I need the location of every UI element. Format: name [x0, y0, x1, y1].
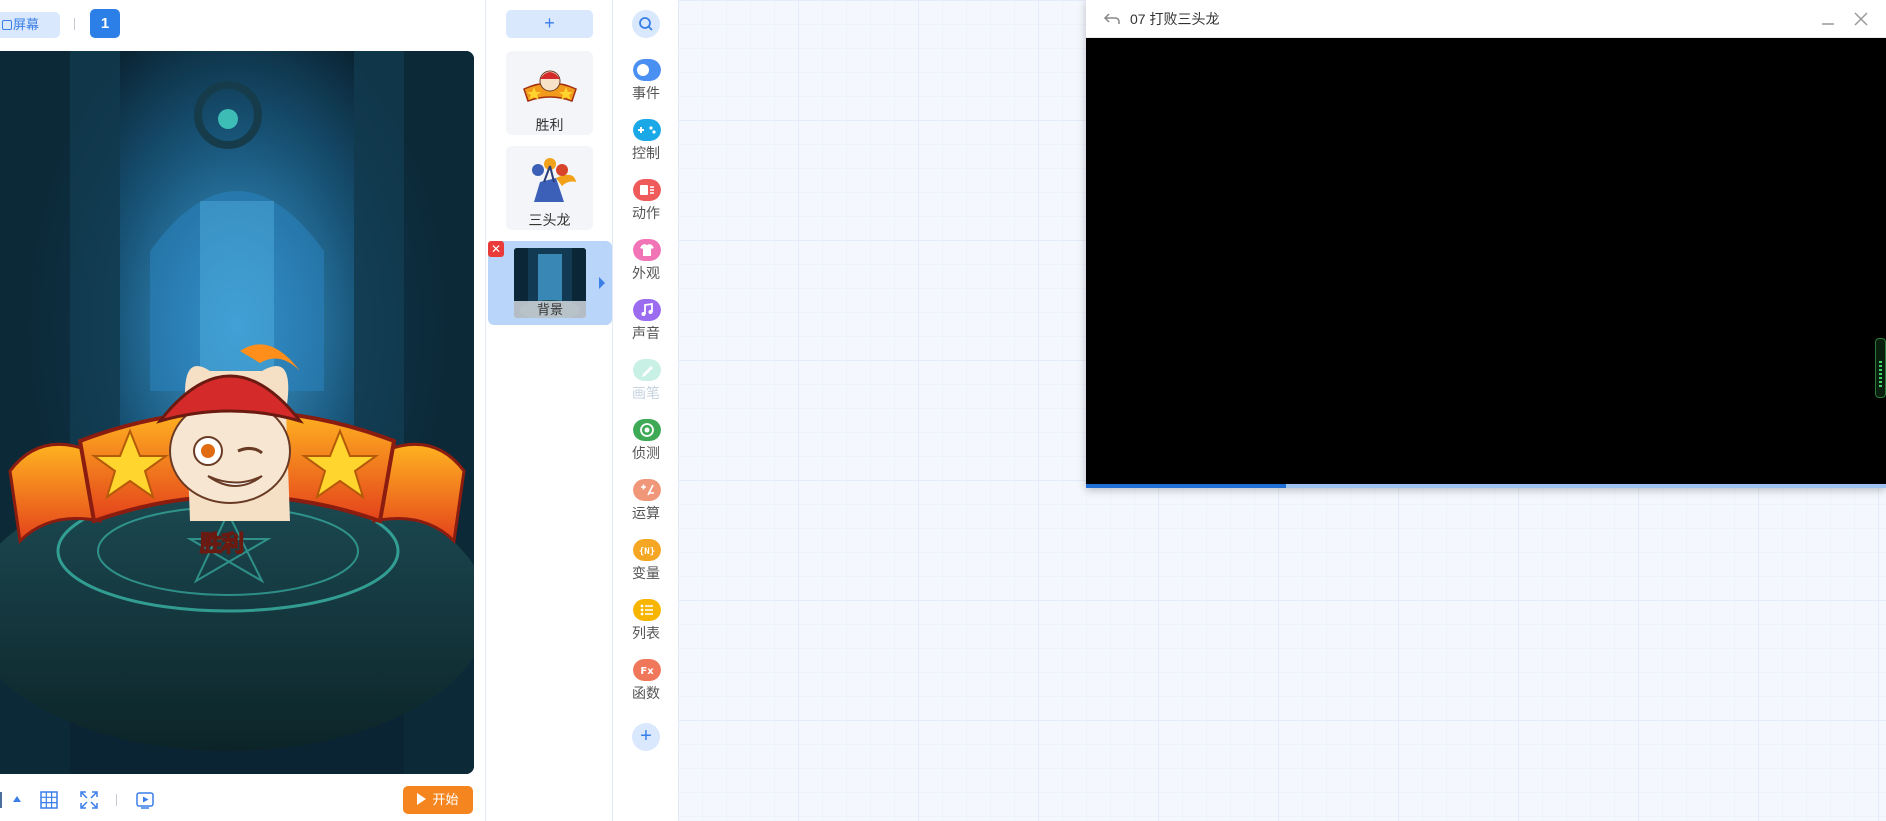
gamepad-icon — [633, 119, 661, 141]
bottom-divider — [116, 794, 117, 806]
category-label: 声音 — [632, 325, 660, 341]
operators-icon — [633, 479, 661, 501]
category-lists[interactable]: 列表 — [613, 599, 679, 655]
category-label: 控制 — [632, 145, 660, 161]
dragon-sprite-icon — [532, 158, 576, 202]
shirt-icon — [633, 239, 661, 261]
stage-bottom-bar: 开始 — [0, 784, 484, 816]
category-label: 侦测 — [632, 445, 660, 461]
toggle-icon — [633, 59, 661, 81]
stage-toolbar: 屏幕 1 — [0, 0, 484, 48]
category-label: 动作 — [632, 205, 660, 221]
category-label: 画笔 — [632, 385, 660, 401]
category-variables[interactable]: {N} 变量 — [613, 539, 679, 595]
add-sprite-button[interactable]: + — [506, 10, 593, 38]
category-control[interactable]: 控制 — [613, 119, 679, 175]
play-icon — [417, 793, 427, 805]
page-number-button[interactable]: 1 — [90, 9, 120, 38]
sprite-card-background[interactable]: ✕ 背景 — [488, 241, 612, 325]
volume-level — [1879, 361, 1882, 389]
block-category-panel: 事件 控制 动作 外观 声音 画笔 侦测 运算 {N} 变量 列表 Fx 函数 … — [613, 0, 679, 821]
category-events[interactable]: 事件 — [613, 59, 679, 115]
app-root: 屏幕 1 胜利 开始 + 胜利 三头龙 ✕ 背景 事件 控制 动作 外观 声音 … — [0, 0, 1886, 821]
category-label: 函数 — [632, 685, 660, 701]
sprite-panel: + 胜利 三头龙 ✕ 背景 — [485, 0, 613, 821]
sprite-card-victory[interactable]: 胜利 — [506, 51, 593, 135]
category-sound[interactable]: 声音 — [613, 299, 679, 355]
category-sensing[interactable]: 侦测 — [613, 419, 679, 475]
start-button-label: 开始 — [432, 792, 459, 807]
sensing-icon — [633, 419, 661, 441]
add-extension-button[interactable]: + — [632, 723, 660, 751]
delete-sprite-button[interactable]: ✕ — [488, 241, 504, 257]
stage-size-handle[interactable] — [0, 792, 2, 808]
video-progress-bar[interactable] — [1086, 484, 1886, 488]
sprite-card-dragon[interactable]: 三头龙 — [506, 146, 593, 230]
video-player-window[interactable]: 07 打败三头龙 — [1086, 0, 1886, 488]
minimize-icon[interactable] — [1820, 12, 1836, 28]
victory-banner-text: 胜利 — [200, 532, 244, 557]
motion-icon — [633, 179, 661, 201]
video-progress-fill — [1086, 484, 1286, 488]
list-icon — [633, 599, 661, 621]
sprite-label: 背景 — [514, 301, 586, 318]
victory-sprite-icon — [523, 70, 577, 102]
svg-text:{N}: {N} — [639, 547, 655, 557]
category-operators[interactable]: 运算 — [613, 479, 679, 535]
category-label: 外观 — [632, 265, 660, 281]
video-title: 07 打败三头龙 — [1130, 11, 1220, 27]
caret-up-icon[interactable] — [13, 796, 21, 802]
category-label: 事件 — [632, 85, 660, 101]
sprite-label: 胜利 — [535, 117, 564, 133]
toolbar-divider — [74, 18, 75, 30]
screen-button-label: 屏幕 — [13, 17, 40, 32]
fullscreen-icon[interactable] — [79, 790, 99, 810]
category-functions[interactable]: Fx 函数 — [613, 659, 679, 715]
music-note-icon — [633, 299, 661, 321]
chevron-right-icon[interactable] — [599, 277, 605, 289]
variable-icon: {N} — [633, 539, 661, 561]
category-label: 运算 — [632, 505, 660, 521]
category-motion[interactable]: 动作 — [613, 179, 679, 235]
screen-button[interactable]: 屏幕 — [0, 12, 60, 38]
category-label: 列表 — [632, 625, 660, 641]
stage-canvas[interactable]: 胜利 — [0, 51, 474, 774]
volume-scroll-indicator[interactable] — [1875, 338, 1886, 398]
category-pen[interactable]: 画笔 — [613, 359, 679, 415]
video-titlebar: 07 打败三头龙 — [1086, 0, 1886, 38]
pen-icon — [633, 359, 661, 381]
close-icon[interactable] — [1852, 10, 1870, 28]
sprite-label: 三头龙 — [528, 212, 571, 228]
start-button[interactable]: 开始 — [403, 786, 473, 814]
screen-icon — [2, 20, 12, 30]
category-looks[interactable]: 外观 — [613, 239, 679, 295]
search-icon[interactable] — [632, 10, 660, 38]
category-label: 变量 — [632, 565, 660, 581]
back-icon[interactable] — [1102, 11, 1122, 27]
play-preview-icon[interactable] — [135, 790, 155, 810]
svg-text:Fx: Fx — [640, 666, 654, 677]
stage-panel: 屏幕 1 胜利 开始 — [0, 0, 484, 821]
function-icon: Fx — [633, 659, 661, 681]
grid-icon[interactable] — [39, 790, 59, 810]
